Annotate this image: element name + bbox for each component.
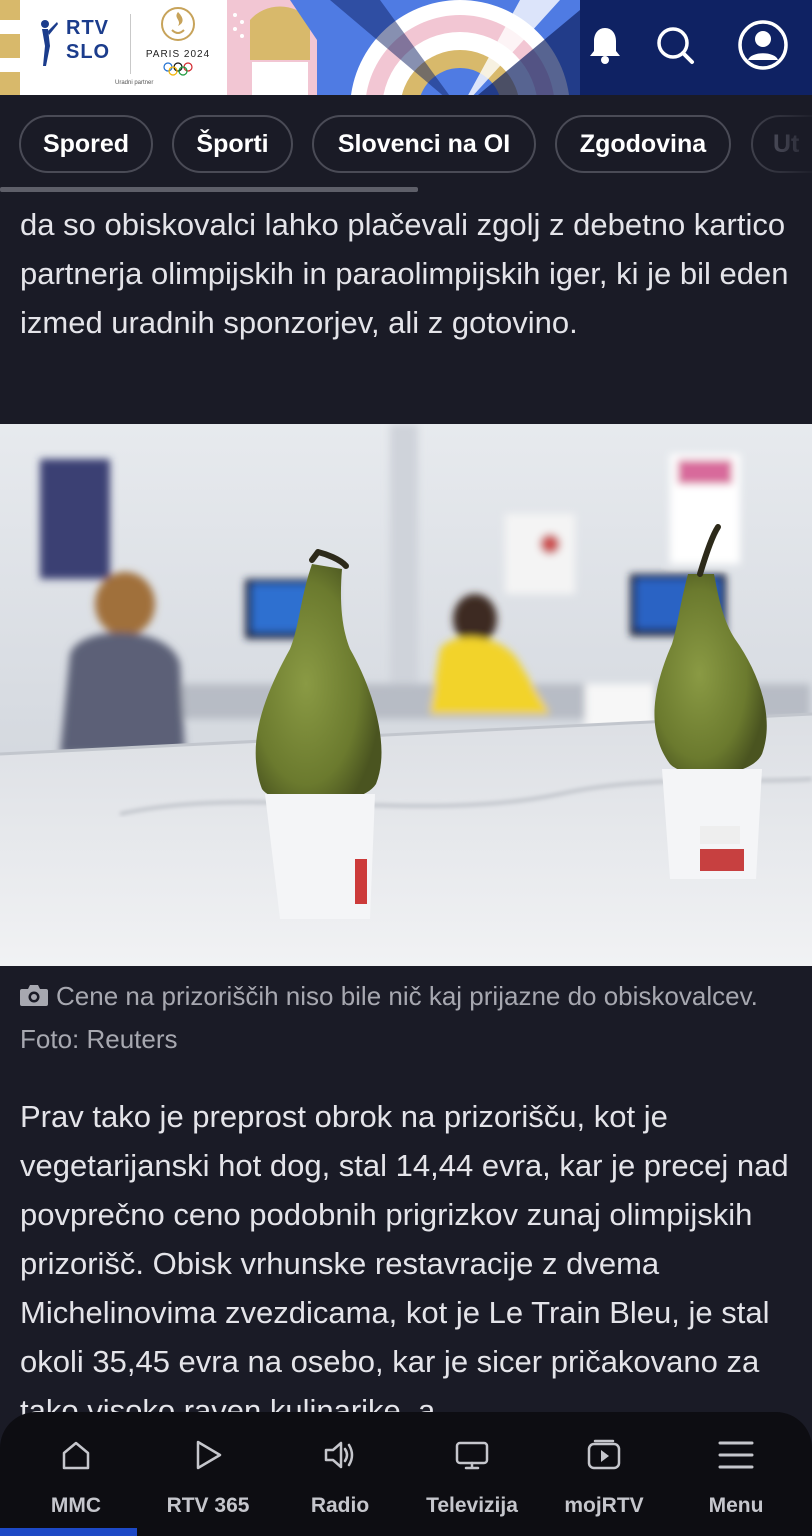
article-photo-pears[interactable] (0, 424, 812, 966)
speaker-icon (322, 1438, 358, 1472)
nav-label: Televizija (426, 1494, 518, 1517)
chip-zgodovina[interactable]: Zgodovina (555, 115, 731, 173)
chip-ut[interactable]: Ut (751, 115, 812, 173)
tv-icon (454, 1438, 490, 1472)
chip-slovenci-na-oi[interactable]: Slovenci na OI (312, 115, 536, 173)
article-paragraph: da so obiskovalci lahko plačevali zgolj … (20, 207, 789, 340)
nav-label: Menu (708, 1494, 764, 1517)
search-icon[interactable] (650, 20, 700, 70)
logo-divider (130, 14, 131, 74)
rtv-figure-icon (41, 20, 58, 66)
bell-icon[interactable] (580, 20, 630, 70)
video-play-icon (586, 1438, 622, 1472)
chip-scrollbar-thumb[interactable] (0, 187, 418, 192)
camera-icon (20, 985, 48, 1006)
top-header: RTV SLO PARIS 2024 Uradni partner (0, 0, 812, 95)
app-root: RTV SLO PARIS 2024 Uradni partner Spored… (0, 0, 812, 1536)
hamburger-icon (718, 1438, 754, 1472)
profile-icon[interactable] (738, 20, 788, 70)
home-icon (58, 1438, 94, 1472)
chip-sporti[interactable]: Športi (172, 115, 293, 173)
partner-label: Uradni partner (115, 80, 154, 86)
paris-flame-icon (161, 7, 195, 41)
rtv-slo-wordmark: RTV SLO (66, 17, 111, 63)
nav-label: MMC (50, 1494, 102, 1517)
nav-item-mmc[interactable]: MMC (10, 1412, 142, 1536)
nav-item-televizija[interactable]: Televizija (406, 1412, 538, 1536)
rtv-slo-logo[interactable]: RTV SLO PARIS 2024 Uradni partner (20, 0, 227, 95)
nav-item-menu[interactable]: Menu (670, 1412, 802, 1536)
chip-spored[interactable]: Spored (19, 115, 153, 173)
category-chip-bar: Spored Športi Slovenci na OI Zgodovina U… (0, 95, 812, 195)
olympic-rings-icon (163, 62, 193, 76)
article-paragraph-main: Prav tako je preprost obrok na prizorišč… (20, 1099, 789, 1428)
nav-label: Radio (310, 1494, 370, 1517)
chip-scrollbar[interactable] (0, 187, 812, 192)
paris-2024-emblem: PARIS 2024 (138, 6, 218, 86)
nav-item-mojrtv[interactable]: mojRTV (538, 1412, 670, 1536)
photo-caption: Cene na prizoriščih niso bile nič kaj pr… (20, 975, 800, 1061)
nav-label: mojRTV (564, 1494, 644, 1517)
bottom-navigation: MMC RTV 365 Radio Televizija mojRTV Menu (0, 1412, 812, 1536)
nav-active-indicator (0, 1528, 137, 1536)
play-icon (190, 1438, 226, 1472)
nav-item-rtv365[interactable]: RTV 365 (142, 1412, 274, 1536)
nav-item-radio[interactable]: Radio (274, 1412, 406, 1536)
nav-label: RTV 365 (166, 1494, 250, 1517)
photo-caption-text: Cene na prizoriščih niso bile nič kaj pr… (20, 981, 758, 1054)
